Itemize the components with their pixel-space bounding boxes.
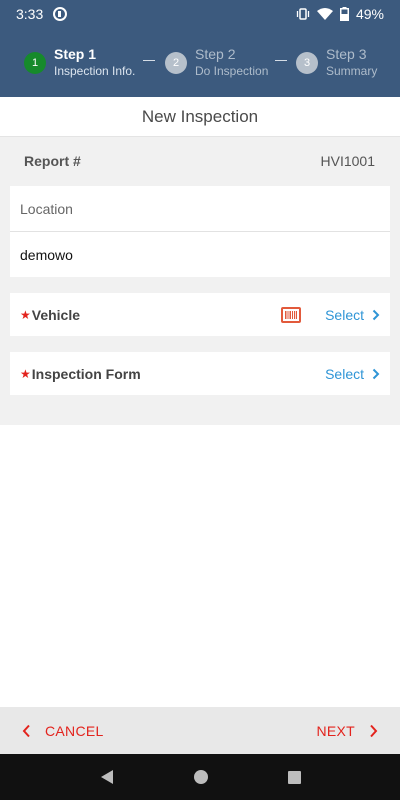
system-nav-bar: [0, 754, 400, 800]
step-1-number: 1: [24, 52, 46, 74]
app-notification-icon: [53, 7, 68, 21]
app-header: 3:33 49% 1 Step 1 Inspection Info. 2 Ste…: [0, 0, 400, 97]
step-3-title: Step 3: [326, 46, 367, 62]
page-title: New Inspection: [0, 97, 400, 137]
cancel-button[interactable]: CANCEL: [22, 723, 104, 739]
chevron-left-icon: [22, 724, 30, 737]
wifi-icon: [316, 8, 333, 20]
vehicle-row[interactable]: ★ Vehicle Select: [10, 293, 390, 336]
step-1-subtitle: Inspection Info.: [54, 64, 136, 78]
report-number-label: Report #: [24, 153, 81, 169]
next-label: NEXT: [316, 722, 355, 739]
bottom-action-bar: CANCEL NEXT: [0, 707, 400, 754]
cancel-label: CANCEL: [45, 722, 104, 739]
inspection-form-row[interactable]: ★ Inspection Form Select: [10, 352, 390, 395]
battery-icon: [339, 7, 349, 21]
status-time: 3:33: [16, 6, 44, 22]
location-label: Location: [10, 186, 390, 232]
recents-icon[interactable]: [287, 770, 302, 785]
inspection-form-label: Inspection Form: [31, 365, 141, 382]
step-3-number: 3: [296, 52, 318, 74]
stepper: 1 Step 1 Inspection Info. 2 Step 2 Do In…: [0, 28, 400, 97]
report-number-value: HVI1001: [320, 153, 375, 169]
location-field[interactable]: demowo: [10, 232, 390, 277]
vehicle-select-label: Select: [325, 306, 364, 323]
step-2-number: 2: [165, 52, 187, 74]
step-connector: [275, 60, 287, 61]
step-2-title: Step 2: [195, 46, 236, 62]
vibrate-icon: [296, 8, 310, 20]
vehicle-select-button[interactable]: Select: [325, 307, 380, 323]
report-number-row: Report # HVI1001: [10, 137, 390, 185]
step-3[interactable]: 3 Step 3 Summary: [296, 46, 377, 80]
step-2-subtitle: Do Inspection: [195, 64, 269, 78]
inspection-form-select-label: Select: [325, 365, 364, 382]
chevron-right-icon: [372, 368, 380, 379]
step-3-subtitle: Summary: [326, 64, 378, 78]
required-star-icon: ★: [20, 307, 31, 322]
home-icon[interactable]: [192, 768, 210, 786]
step-1-title: Step 1: [54, 46, 97, 62]
step-2[interactable]: 2 Step 2 Do Inspection: [165, 46, 268, 80]
required-star-icon: ★: [20, 366, 31, 381]
chevron-right-icon: [372, 309, 380, 320]
vehicle-label: Vehicle: [31, 306, 81, 323]
back-icon[interactable]: [99, 769, 115, 785]
next-button[interactable]: NEXT: [316, 723, 378, 739]
inspection-form-select-button[interactable]: Select: [325, 366, 380, 382]
step-connector: [143, 60, 155, 61]
battery-level: 49%: [355, 6, 384, 22]
status-bar: 3:33 49%: [0, 0, 400, 28]
step-1[interactable]: 1 Step 1 Inspection Info.: [24, 46, 135, 80]
chevron-right-icon: [370, 724, 378, 737]
barcode-scan-icon[interactable]: [281, 306, 302, 323]
